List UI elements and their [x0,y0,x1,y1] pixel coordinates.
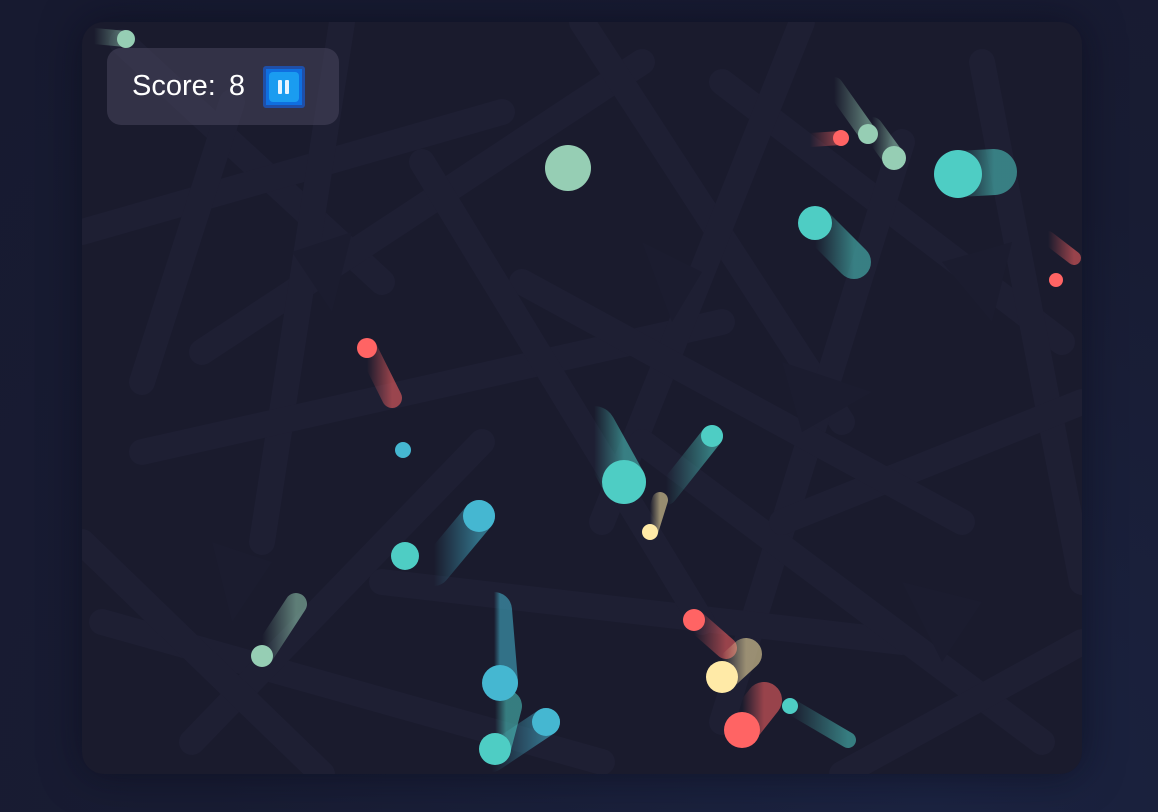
ball-teal[interactable] [798,206,832,240]
ball-teal[interactable] [602,460,646,504]
ball-sky[interactable] [395,442,411,458]
ball-red[interactable] [724,712,760,748]
ball-red[interactable] [833,130,849,146]
ball-teal[interactable] [782,698,798,714]
ball-mint[interactable] [117,30,135,48]
pause-button[interactable] [262,65,305,108]
ball-sky[interactable] [532,708,560,736]
ball-trail [1041,231,1081,265]
ball-red[interactable] [683,609,705,631]
ball-teal[interactable] [391,542,419,570]
score-label: Score: [132,70,216,102]
score-value: 8 [228,70,245,102]
score-panel: Score: 8 [107,48,339,125]
ball-sky[interactable] [482,665,518,701]
pause-icon [268,71,299,102]
ball-teal[interactable] [934,150,982,198]
ball-mint[interactable] [882,146,906,170]
ball-trail [655,425,723,505]
balls-layer [86,28,1081,772]
ball-red[interactable] [357,338,377,358]
ball-cream[interactable] [642,524,658,540]
ball-teal[interactable] [479,733,511,765]
ball-cream[interactable] [706,661,738,693]
ball-teal[interactable] [701,425,723,447]
ball-red[interactable] [1049,273,1063,287]
ball-mint[interactable] [545,145,591,191]
ball-sky[interactable] [463,500,495,532]
ball-mint[interactable] [858,124,878,144]
game-arena[interactable] [82,22,1082,774]
ball-trail [782,698,856,748]
ball-mint[interactable] [251,645,273,667]
